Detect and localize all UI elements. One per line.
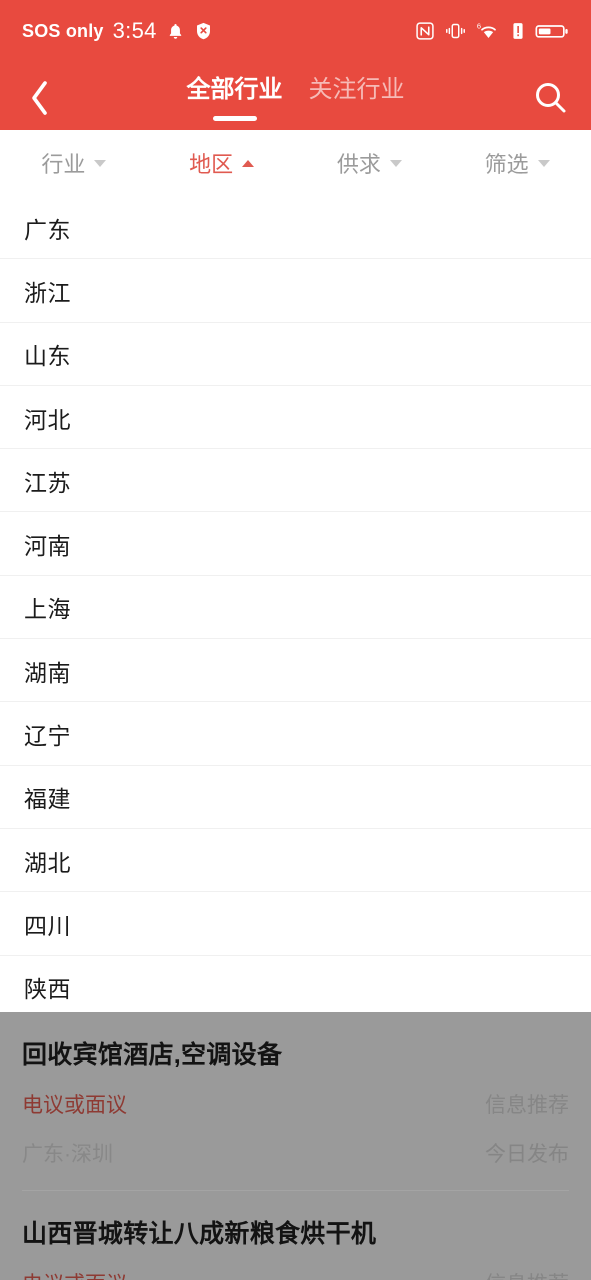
list-item[interactable]: 河南 — [0, 512, 591, 577]
region-label: 上海 — [24, 596, 71, 623]
tab-active-indicator — [212, 116, 257, 121]
region-label: 浙江 — [24, 279, 71, 306]
chevron-up-icon — [242, 159, 255, 167]
listing-row-price: 电议或面议 信息推荐 — [22, 1089, 569, 1119]
listing-badge: 信息推荐 — [485, 1268, 569, 1280]
filter-industry-label: 行业 — [41, 152, 86, 177]
listing-title: 回收宾馆酒店,空调设备 — [22, 1041, 283, 1069]
chevron-down-icon — [389, 159, 402, 167]
region-dropdown-panel: 广东 浙江 山东 河北 江苏 河南 上海 湖南 辽宁 福建 湖北 四川 陕西 — [0, 196, 591, 1012]
battery-icon — [535, 21, 569, 41]
filter-more[interactable]: 筛选 — [443, 130, 591, 196]
carrier-label: SOS only — [22, 20, 104, 41]
signal-alert-icon — [511, 21, 525, 41]
chevron-down-icon — [94, 159, 107, 167]
listing-time: 今日发布 — [485, 1143, 569, 1166]
list-item[interactable]: 辽宁 — [0, 702, 591, 766]
shield-off-icon — [194, 21, 213, 41]
status-bar: SOS only 3:54 6 — [0, 0, 591, 62]
status-bar-right: 6 — [415, 21, 569, 41]
region-label: 广东 — [24, 216, 71, 243]
region-label: 江苏 — [24, 469, 71, 496]
tab-all-industries-label: 全部行业 — [186, 76, 283, 103]
listing-price: 电议或面议 — [22, 1268, 127, 1280]
list-item[interactable]: 广东 — [0, 196, 591, 260]
nfc-icon — [415, 21, 435, 41]
filter-supply-demand-label: 供求 — [336, 152, 381, 177]
status-bar-left: SOS only 3:54 — [22, 18, 213, 44]
listing-row-meta: 广东·深圳 今日发布 — [22, 1138, 569, 1168]
list-item[interactable]: 江苏 — [0, 449, 591, 513]
status-clock: 3:54 — [112, 18, 157, 43]
chevron-down-icon — [537, 159, 550, 167]
list-item[interactable]: 河北 — [0, 386, 591, 450]
list-item[interactable]: 上海 — [0, 576, 591, 640]
listing-row-price: 电议或面议 信息推荐 — [22, 1268, 569, 1280]
dimmed-listing-overlay[interactable]: 回收宾馆酒店,空调设备 电议或面议 信息推荐 广东·深圳 今日发布 山西晋城转让… — [0, 1012, 591, 1280]
region-label: 辽宁 — [24, 723, 71, 750]
region-label: 湖南 — [24, 659, 71, 686]
region-label: 河北 — [24, 406, 71, 433]
tab-all-industries[interactable]: 全部行业 — [183, 72, 287, 121]
wifi-6-icon: 6 — [476, 21, 501, 41]
listing-badge: 信息推荐 — [485, 1094, 569, 1117]
svg-text:6: 6 — [477, 22, 481, 31]
listing-price: 电议或面议 — [22, 1094, 127, 1117]
app-header: SOS only 3:54 6 全部行业 关注行业 — [0, 0, 591, 130]
filter-supply-demand[interactable]: 供求 — [296, 130, 444, 196]
list-item[interactable]: 陕西 — [0, 956, 591, 1012]
region-label: 四川 — [24, 912, 71, 939]
industry-tabs: 全部行业 关注行业 — [0, 72, 591, 128]
listing-title: 山西晋城转让八成新粮食烘干机 — [22, 1220, 377, 1248]
bell-icon — [166, 22, 185, 41]
list-item[interactable]: 山东 — [0, 323, 591, 387]
list-item[interactable]: 湖北 — [0, 829, 591, 893]
list-item[interactable]: 湖南 — [0, 639, 591, 703]
list-item[interactable]: 浙江 — [0, 259, 591, 323]
listing-card[interactable]: 山西晋城转让八成新粮食烘干机 电议或面议 信息推荐 — [0, 1191, 591, 1280]
region-label: 河南 — [24, 533, 71, 560]
region-label: 福建 — [24, 786, 71, 813]
filter-bar: 行业 地区 供求 筛选 — [0, 130, 591, 196]
filter-industry[interactable]: 行业 — [0, 130, 148, 196]
filter-more-label: 筛选 — [484, 152, 529, 177]
tab-followed-industries[interactable]: 关注行业 — [305, 72, 409, 121]
listing-location: 广东·深圳 — [22, 1143, 113, 1166]
list-item[interactable]: 四川 — [0, 892, 591, 956]
listing-card[interactable]: 回收宾馆酒店,空调设备 电议或面议 信息推荐 广东·深圳 今日发布 — [0, 1012, 591, 1191]
region-label: 陕西 — [24, 976, 71, 1003]
filter-region[interactable]: 地区 — [148, 130, 296, 196]
region-label: 山东 — [24, 343, 71, 370]
list-item[interactable]: 福建 — [0, 766, 591, 830]
search-button[interactable] — [529, 76, 573, 120]
tab-followed-industries-label: 关注行业 — [308, 76, 405, 103]
filter-region-label: 地区 — [189, 152, 234, 177]
vibrate-icon — [445, 21, 466, 41]
region-label: 湖北 — [24, 849, 71, 876]
search-icon — [532, 79, 570, 117]
app-root: SOS only 3:54 6 全部行业 关注行业 行业 地区 供求 筛选 广东… — [0, 0, 591, 1280]
nav-bar: 全部行业 关注行业 — [0, 62, 591, 130]
